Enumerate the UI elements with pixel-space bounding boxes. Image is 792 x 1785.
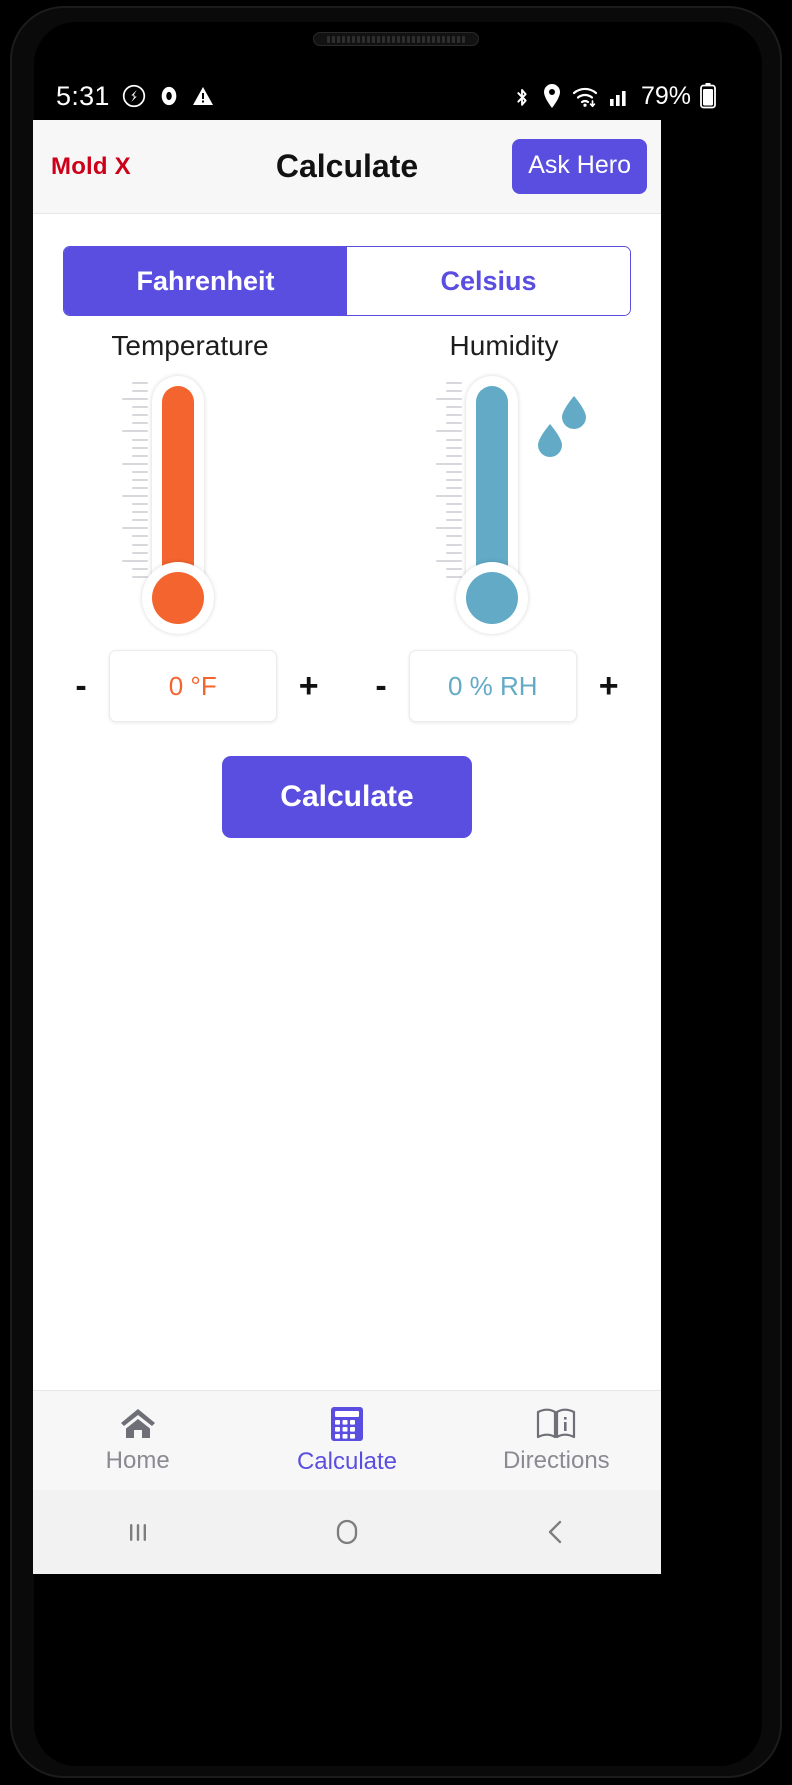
hygrometer-bulb xyxy=(456,562,528,634)
calculate-button-wrap: Calculate xyxy=(33,756,661,838)
nav-label-home: Home xyxy=(105,1446,170,1474)
thermometer-bulb xyxy=(142,562,214,634)
unit-toggle: Fahrenheit Celsius xyxy=(63,246,631,316)
bluetooth-icon xyxy=(517,88,527,106)
tab-fahrenheit[interactable]: Fahrenheit xyxy=(64,247,347,315)
app-header: Mold X Calculate Ask Hero xyxy=(33,120,661,214)
status-bar-right: 79% xyxy=(511,82,716,111)
status-bar-left: 5:31 xyxy=(56,81,215,112)
thermometer-fill xyxy=(162,386,194,590)
humidity-decrement-button[interactable]: - xyxy=(367,665,394,707)
humidity-stepper: - 0 % RH + xyxy=(347,650,647,722)
humidity-gauge: Humidity xyxy=(347,330,661,634)
calculate-button[interactable]: Calculate xyxy=(222,756,472,838)
dnd-icon xyxy=(122,84,145,108)
battery-percent: 79% xyxy=(640,81,691,110)
cellular-signal-icon xyxy=(609,91,626,106)
hygrometer-scale-ticks xyxy=(434,382,462,578)
location-icon xyxy=(543,84,560,108)
book-info-icon xyxy=(537,1408,576,1438)
thermometer-icon xyxy=(90,376,290,634)
temperature-value-field[interactable]: 0 °F xyxy=(108,650,277,722)
record-icon xyxy=(161,86,177,106)
humidity-label: Humidity xyxy=(449,330,559,361)
warning-icon xyxy=(192,87,213,105)
temperature-decrement-button[interactable]: - xyxy=(67,665,94,707)
nav-item-directions[interactable]: Directions xyxy=(452,1391,661,1490)
thermometer-scale-ticks xyxy=(120,382,148,578)
humidity-increment-button[interactable]: + xyxy=(591,665,627,707)
bottom-navigation: Home Calculate Directions xyxy=(33,1390,661,1490)
house-icon xyxy=(120,1408,155,1438)
temperature-increment-button[interactable]: + xyxy=(291,665,327,707)
app-viewport: Mold X Calculate Ask Hero Fahrenheit Cel… xyxy=(33,120,661,1490)
app-brand-logo: Mold X xyxy=(51,152,131,180)
calculator-icon xyxy=(330,1406,363,1441)
hygrometer-fill xyxy=(476,386,508,590)
home-circle-icon[interactable] xyxy=(242,1515,451,1549)
stepper-row: - 0 °F + - 0 % RH + xyxy=(33,650,661,722)
water-drops-icon xyxy=(538,396,586,457)
recent-apps-icon[interactable] xyxy=(33,1516,242,1548)
temperature-stepper: - 0 °F + xyxy=(47,650,347,722)
hygrometer-tube xyxy=(466,376,518,590)
nav-item-home[interactable]: Home xyxy=(33,1391,242,1490)
battery-icon xyxy=(700,83,716,109)
temperature-label: Temperature xyxy=(111,330,269,361)
status-bar: 5:31 79% xyxy=(22,72,750,120)
android-system-nav xyxy=(33,1490,661,1574)
humidity-value-field[interactable]: 0 % RH xyxy=(408,650,577,722)
tab-celsius[interactable]: Celsius xyxy=(347,247,630,315)
status-time: 5:31 xyxy=(56,80,110,111)
nav-label-directions: Directions xyxy=(502,1446,610,1474)
earpiece-speaker xyxy=(313,32,479,46)
thermometer-tube xyxy=(152,376,204,590)
wifi-icon xyxy=(572,87,598,108)
back-chevron-icon[interactable] xyxy=(452,1516,661,1548)
gauges-row: Temperature Humidity xyxy=(33,330,661,634)
hygrometer-icon xyxy=(404,376,604,634)
temperature-gauge: Temperature xyxy=(33,330,347,634)
nav-label-calculate: Calculate xyxy=(296,1447,398,1475)
nav-item-calculate[interactable]: Calculate xyxy=(242,1391,451,1490)
ask-hero-button[interactable]: Ask Hero xyxy=(512,139,647,194)
